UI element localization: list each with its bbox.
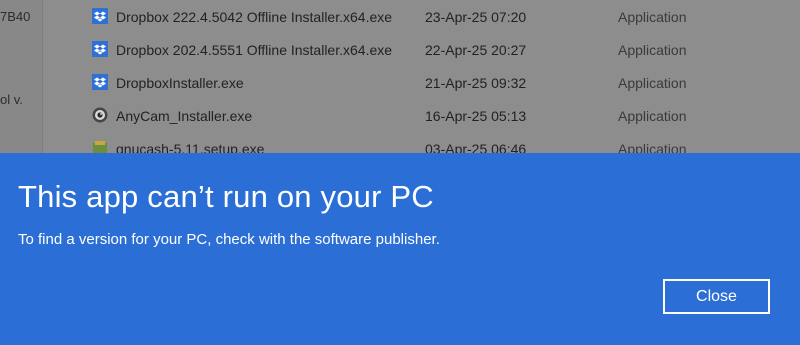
screen: 7B40 ol v. Dropbox 222.4.5042 Offline In… [0, 0, 800, 345]
dropbox-icon [92, 74, 108, 90]
file-type: Application [618, 75, 687, 91]
close-button[interactable]: Close [663, 279, 770, 314]
file-row[interactable]: AnyCam_Installer.exe 16-Apr-25 05:13 App… [80, 99, 800, 132]
file-date: 21-Apr-25 09:32 [425, 75, 527, 91]
file-date: 16-Apr-25 05:13 [425, 108, 527, 124]
file-type: Application [618, 108, 687, 124]
file-type: Application [618, 9, 687, 25]
file-name: AnyCam_Installer.exe [116, 108, 253, 124]
file-name: Dropbox 222.4.5042 Offline Installer.x64… [116, 9, 393, 25]
dialog-title: This app can’t run on your PC [18, 179, 434, 214]
anycam-icon [92, 107, 108, 123]
app-cant-run-dialog: This app can’t run on your PC To find a … [0, 153, 800, 345]
file-row[interactable]: Dropbox 222.4.5042 Offline Installer.x64… [80, 0, 800, 33]
file-type: Application [618, 42, 687, 58]
file-date: 23-Apr-25 07:20 [425, 9, 527, 25]
file-row[interactable]: DropboxInstaller.exe 21-Apr-25 09:32 App… [80, 66, 800, 99]
file-row[interactable]: Dropbox 202.4.5551 Offline Installer.x64… [80, 33, 800, 66]
dropbox-icon [92, 41, 108, 57]
file-name: DropboxInstaller.exe [116, 75, 244, 91]
file-name: Dropbox 202.4.5551 Offline Installer.x64… [116, 42, 393, 58]
dropbox-icon [92, 8, 108, 24]
nav-item-fragment: ol v. [0, 92, 23, 107]
file-date: 22-Apr-25 20:27 [425, 42, 527, 58]
nav-item-fragment: 7B40 [0, 9, 31, 24]
dialog-message: To find a version for your PC, check wit… [18, 231, 440, 248]
